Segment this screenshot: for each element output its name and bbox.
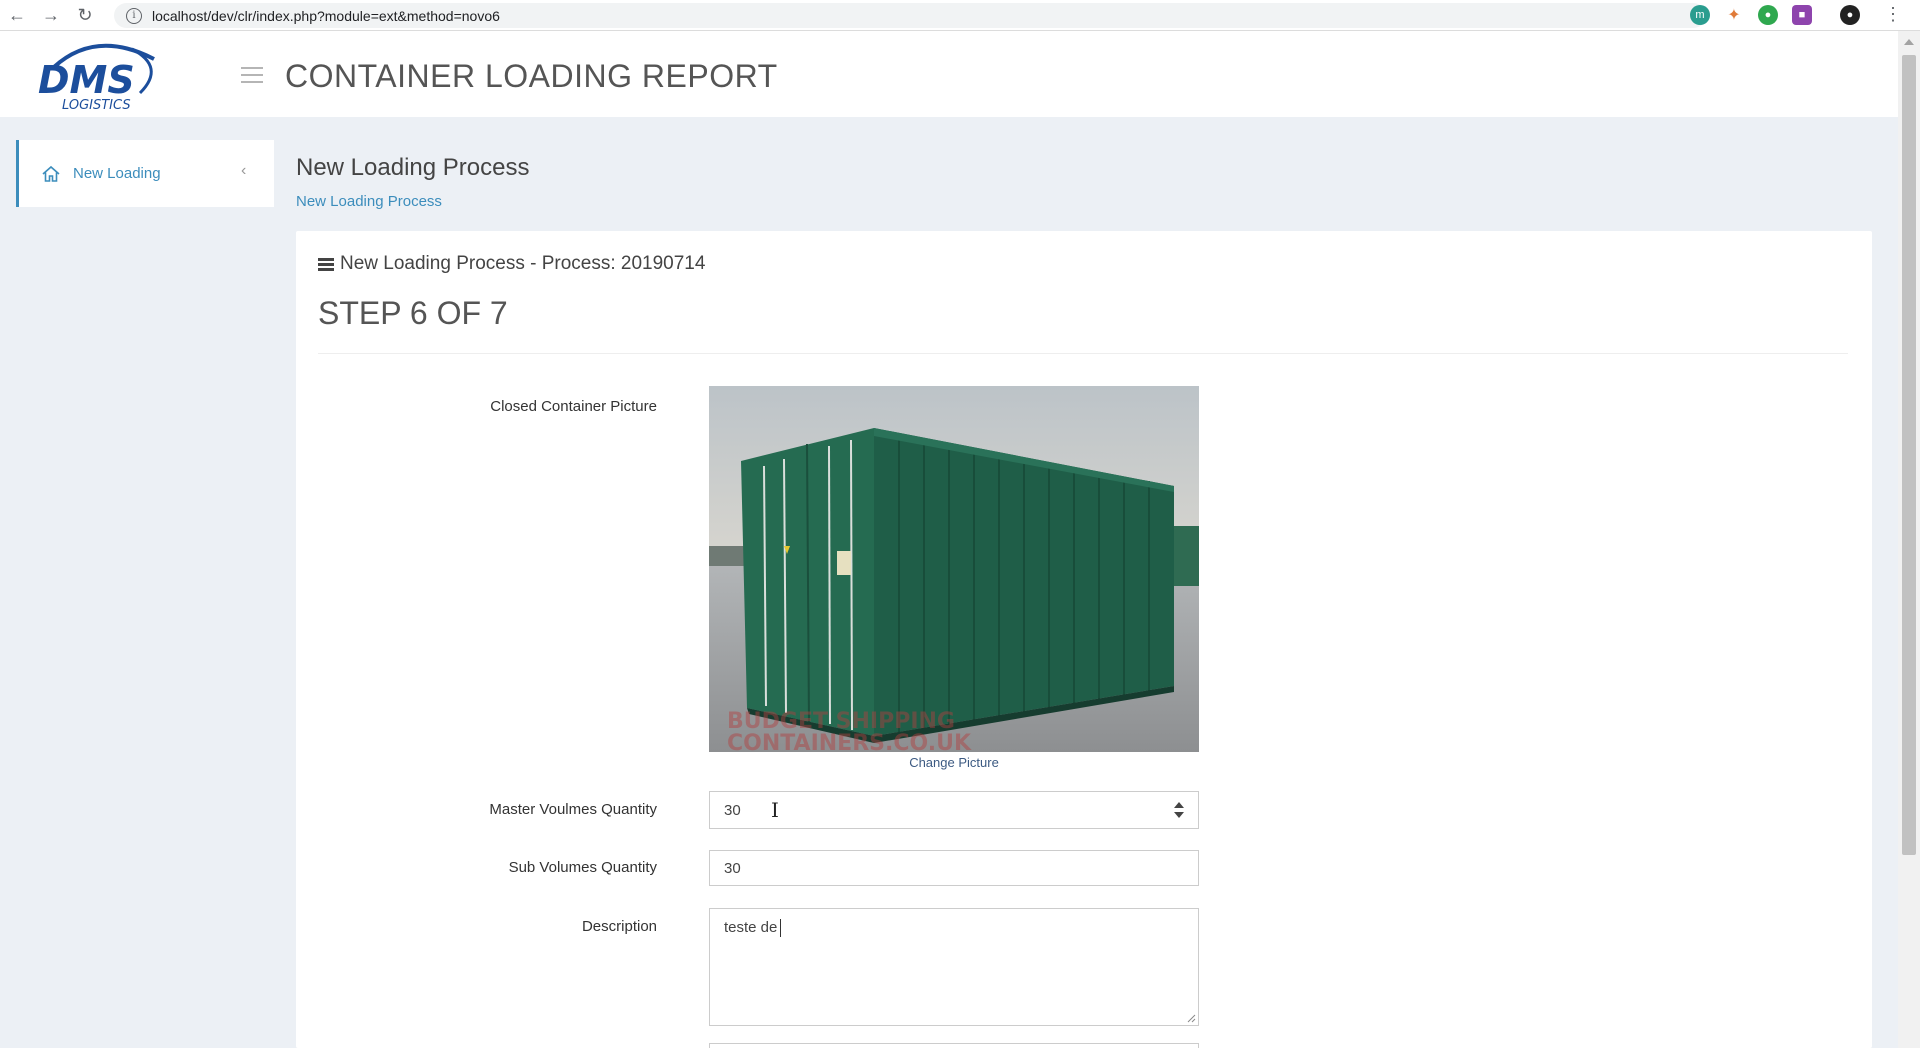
extension-m-icon[interactable]: m <box>1690 5 1710 25</box>
svg-text:LOGISTICS: LOGISTICS <box>62 98 131 111</box>
text-cursor-icon: I <box>771 798 779 822</box>
box-title-text: New Loading Process - Process: 20190714 <box>340 253 706 274</box>
sidebar-item-label: New Loading <box>73 165 161 182</box>
list-icon <box>318 257 334 271</box>
arrow-left-icon[interactable]: ← <box>0 0 34 31</box>
kebab-menu-icon[interactable]: ⋮ <box>1884 4 1902 25</box>
number-stepper-icon[interactable] <box>1174 802 1184 818</box>
profile-avatar-icon[interactable]: ● <box>1840 5 1860 25</box>
breadcrumb[interactable]: New Loading Process <box>296 193 442 210</box>
description-label: Description <box>581 918 657 935</box>
dms-logistics-logo[interactable]: DMS LOGISTICS <box>36 37 161 113</box>
next-field-partial[interactable] <box>709 1043 1199 1048</box>
master-volumes-value: 30 <box>724 801 741 819</box>
master-volumes-label: Master Voulmes Quantity <box>489 801 657 818</box>
resize-grip-icon[interactable] <box>1186 1013 1196 1023</box>
url-text[interactable]: localhost/dev/clr/index.php?module=ext&m… <box>152 8 500 24</box>
sub-volumes-label: Sub Volumes Quantity <box>508 859 657 876</box>
sub-volumes-value: 30 <box>724 859 741 877</box>
change-picture-link[interactable]: Change Picture <box>709 755 1199 770</box>
watermark-line-2: CONTAINERS.CO.UK <box>727 731 972 752</box>
step-indicator: STEP 6 OF 7 <box>318 295 508 331</box>
address-bar[interactable]: i localhost/dev/clr/index.php?module=ext… <box>114 3 1778 28</box>
closed-container-picture: BUDGET SHIPPING CONTAINERS.CO.UK <box>709 386 1199 752</box>
text-caret <box>780 919 782 937</box>
description-value: teste de <box>724 919 778 936</box>
page-scrollbar[interactable] <box>1898 31 1920 1048</box>
extension-icons: m ✦ ● ■ ● <box>1690 5 1860 25</box>
extension-purple-icon[interactable]: ■ <box>1792 5 1812 25</box>
description-textarea[interactable]: teste de <box>709 908 1199 1026</box>
home-icon <box>42 165 60 182</box>
hamburger-menu-icon[interactable] <box>241 67 263 83</box>
closed-container-picture-label: Closed Container Picture <box>490 398 657 415</box>
sub-volumes-input[interactable]: 30 <box>709 850 1199 886</box>
box-title: New Loading Process - Process: 20190714 <box>318 253 705 275</box>
divider <box>318 353 1848 354</box>
app-title: CONTAINER LOADING REPORT <box>285 58 778 94</box>
page-title: New Loading Process <box>296 154 530 181</box>
reload-icon[interactable]: ↻ <box>68 0 102 31</box>
extension-pin-icon[interactable]: ✦ <box>1724 5 1744 25</box>
info-icon[interactable]: i <box>126 7 142 24</box>
app-header: DMS LOGISTICS CONTAINER LOADING REPORT <box>0 31 1898 117</box>
master-volumes-input[interactable]: 30 <box>709 791 1199 829</box>
scroll-up-icon[interactable] <box>1904 39 1914 45</box>
sidebar-item-new-loading[interactable]: New Loading ‹ <box>16 140 274 207</box>
evernote-icon[interactable]: ● <box>1758 5 1778 25</box>
loading-process-box: New Loading Process - Process: 20190714 … <box>296 231 1872 1048</box>
svg-text:DMS: DMS <box>38 58 135 102</box>
scrollbar-thumb[interactable] <box>1902 55 1916 855</box>
chevron-left-icon[interactable]: ‹ <box>241 162 246 180</box>
browser-toolbar: ← → ↻ i localhost/dev/clr/index.php?modu… <box>0 0 1920 31</box>
arrow-right-icon[interactable]: → <box>34 0 68 31</box>
